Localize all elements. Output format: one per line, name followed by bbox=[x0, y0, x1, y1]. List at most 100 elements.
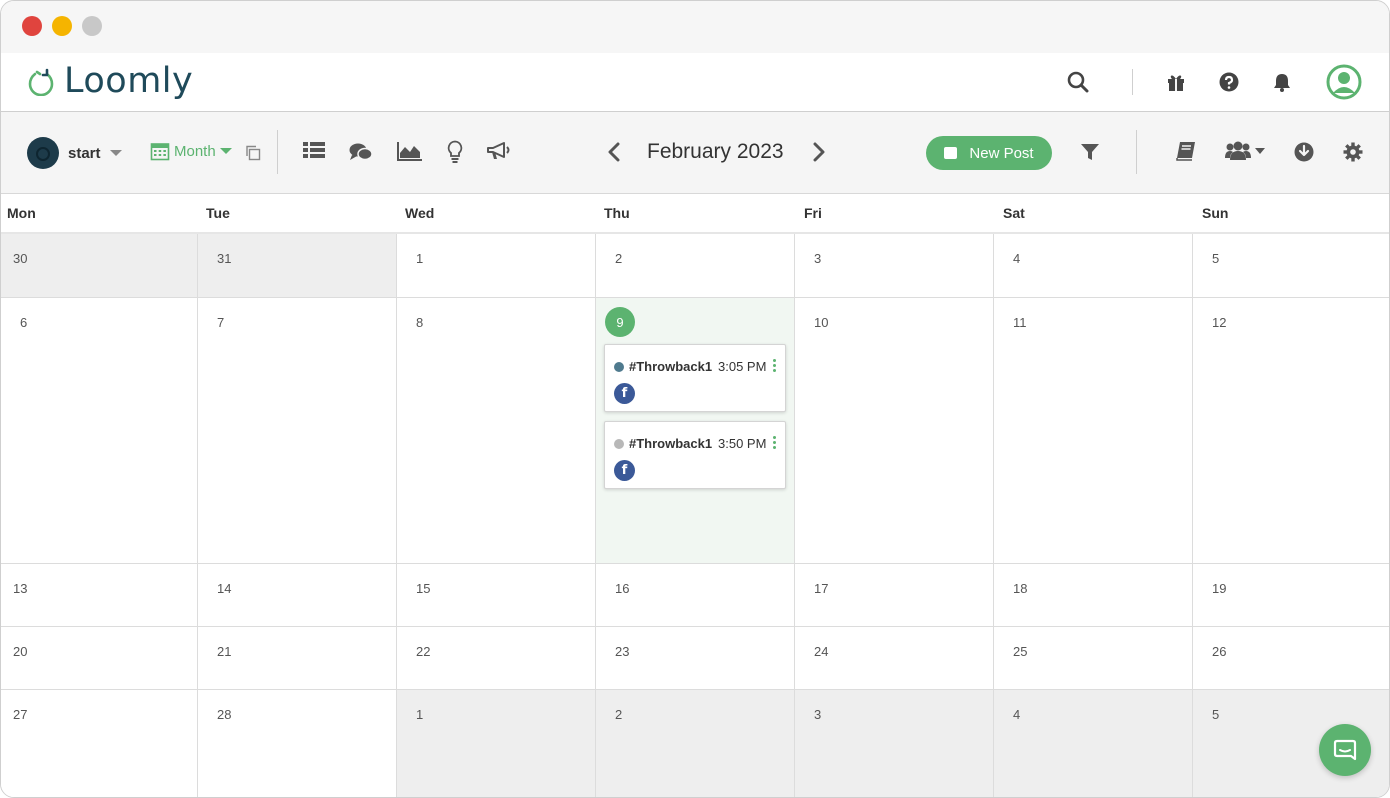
day-cell[interactable]: 5 bbox=[1193, 234, 1389, 297]
day-cell[interactable]: 30 bbox=[1, 234, 198, 297]
day-number: 8 bbox=[416, 315, 424, 330]
day-cell[interactable]: 10 bbox=[795, 298, 994, 563]
day-cell[interactable]: 23 bbox=[596, 627, 795, 689]
day-cell[interactable]: 25 bbox=[994, 627, 1193, 689]
day-cell[interactable]: 1 bbox=[397, 234, 596, 297]
loomly-logo[interactable]: Loomly bbox=[26, 59, 193, 103]
day-cell[interactable]: 7 bbox=[198, 298, 397, 563]
day-cell[interactable]: 3 bbox=[795, 234, 994, 297]
bell-icon[interactable] bbox=[1267, 67, 1297, 97]
post-time: 3:05 PM bbox=[718, 359, 767, 374]
help-icon[interactable] bbox=[1214, 67, 1244, 97]
day-number: 24 bbox=[814, 644, 829, 659]
zoom-window-button[interactable] bbox=[82, 16, 102, 36]
post-time: 3:50 PM bbox=[718, 436, 767, 451]
day-number: 18 bbox=[1013, 581, 1028, 596]
day-cell-today[interactable]: 9 #Throwback1 3:05 PM f #Throwback1 3:50… bbox=[596, 298, 795, 563]
day-number: 4 bbox=[1013, 251, 1021, 266]
search-icon[interactable] bbox=[1063, 67, 1093, 97]
minimize-window-button[interactable] bbox=[52, 16, 72, 36]
day-number: 1 bbox=[416, 251, 424, 266]
view-mode-label: Month bbox=[174, 142, 216, 160]
toolbar-divider bbox=[1136, 130, 1137, 174]
next-month-button[interactable] bbox=[812, 142, 826, 162]
gift-icon[interactable] bbox=[1161, 67, 1191, 97]
library-icon[interactable] bbox=[1175, 141, 1197, 161]
view-mode-dropdown[interactable]: Month bbox=[150, 141, 233, 161]
day-cell[interactable]: 19 bbox=[1193, 564, 1389, 626]
day-cell[interactable]: 16 bbox=[596, 564, 795, 626]
chevron-left-icon bbox=[608, 142, 620, 162]
day-cell[interactable]: 28 bbox=[198, 690, 397, 797]
day-cell[interactable]: 6 bbox=[1, 298, 198, 563]
more-options-icon[interactable] bbox=[773, 436, 777, 450]
settings-icon[interactable] bbox=[1343, 142, 1363, 162]
day-cell[interactable]: 26 bbox=[1193, 627, 1389, 689]
comments-icon[interactable] bbox=[349, 142, 373, 162]
user-icon[interactable] bbox=[1325, 63, 1363, 101]
day-number: 12 bbox=[1212, 315, 1227, 330]
chevron-down-icon bbox=[219, 148, 232, 154]
day-cell[interactable]: 17 bbox=[795, 564, 994, 626]
day-number: 22 bbox=[416, 644, 431, 659]
weekday-name: Tue bbox=[206, 205, 230, 221]
day-number: 30 bbox=[13, 251, 28, 266]
chat-launcher-button[interactable] bbox=[1319, 724, 1371, 776]
chevron-right-icon bbox=[813, 142, 825, 162]
day-cell[interactable]: 14 bbox=[198, 564, 397, 626]
new-post-button[interactable]: New Post bbox=[926, 136, 1052, 170]
logo-text: Loomly bbox=[64, 61, 194, 101]
day-cell[interactable]: 31 bbox=[198, 234, 397, 297]
day-number: 20 bbox=[13, 644, 28, 659]
day-cell[interactable]: 12 bbox=[1193, 298, 1389, 563]
day-cell[interactable]: 4 bbox=[994, 690, 1193, 797]
ideas-icon[interactable] bbox=[446, 140, 464, 164]
day-number: 14 bbox=[217, 581, 232, 596]
team-icon[interactable] bbox=[1225, 140, 1266, 162]
account-selector[interactable]: start bbox=[27, 137, 123, 169]
close-window-button[interactable] bbox=[22, 16, 42, 36]
day-cell[interactable]: 18 bbox=[994, 564, 1193, 626]
post-card[interactable]: #Throwback1 3:05 PM f bbox=[604, 344, 786, 412]
header-divider bbox=[1132, 69, 1133, 95]
day-cell[interactable]: 13 bbox=[1, 564, 198, 626]
list-icon[interactable] bbox=[303, 140, 325, 160]
post-card[interactable]: #Throwback1 3:50 PM f bbox=[604, 421, 786, 489]
day-number: 7 bbox=[217, 315, 225, 330]
day-cell[interactable]: 2 bbox=[596, 690, 795, 797]
day-cell[interactable]: 20 bbox=[1, 627, 198, 689]
day-cell[interactable]: 8 bbox=[397, 298, 596, 563]
analytics-icon[interactable] bbox=[397, 141, 423, 161]
post-status-dot bbox=[614, 439, 624, 449]
day-cell[interactable]: 21 bbox=[198, 627, 397, 689]
day-number: 10 bbox=[814, 315, 829, 330]
day-cell[interactable]: 15 bbox=[397, 564, 596, 626]
more-options-icon[interactable] bbox=[773, 359, 777, 373]
window-titlebar bbox=[1, 1, 1389, 53]
day-cell[interactable]: 4 bbox=[994, 234, 1193, 297]
chevron-down-icon bbox=[1255, 148, 1265, 154]
announcement-icon[interactable] bbox=[486, 141, 512, 161]
day-cell[interactable]: 11 bbox=[994, 298, 1193, 563]
day-number: 16 bbox=[615, 581, 630, 596]
previous-month-button[interactable] bbox=[607, 142, 621, 162]
calendar-week: 20 21 22 23 24 25 26 bbox=[1, 627, 1389, 690]
download-icon[interactable] bbox=[1294, 142, 1314, 162]
weekday-name: Thu bbox=[604, 205, 630, 221]
day-cell[interactable]: 1 bbox=[397, 690, 596, 797]
day-cell[interactable]: 3 bbox=[795, 690, 994, 797]
weekday-name: Sun bbox=[1202, 205, 1229, 221]
calendar-week: 6 7 8 9 #Throwback1 3:05 PM f #Throwback… bbox=[1, 298, 1389, 564]
day-number: 2 bbox=[615, 707, 623, 722]
day-number: 3 bbox=[814, 251, 822, 266]
filter-icon[interactable] bbox=[1080, 142, 1100, 162]
day-cell[interactable]: 2 bbox=[596, 234, 795, 297]
day-cell[interactable]: 24 bbox=[795, 627, 994, 689]
duplicate-icon[interactable] bbox=[245, 145, 261, 161]
day-cell[interactable]: 27 bbox=[1, 690, 198, 797]
weekday-name: Sat bbox=[1003, 205, 1025, 221]
day-number: 28 bbox=[217, 707, 232, 722]
day-number: 23 bbox=[615, 644, 630, 659]
day-cell[interactable]: 22 bbox=[397, 627, 596, 689]
day-number: 21 bbox=[217, 644, 232, 659]
